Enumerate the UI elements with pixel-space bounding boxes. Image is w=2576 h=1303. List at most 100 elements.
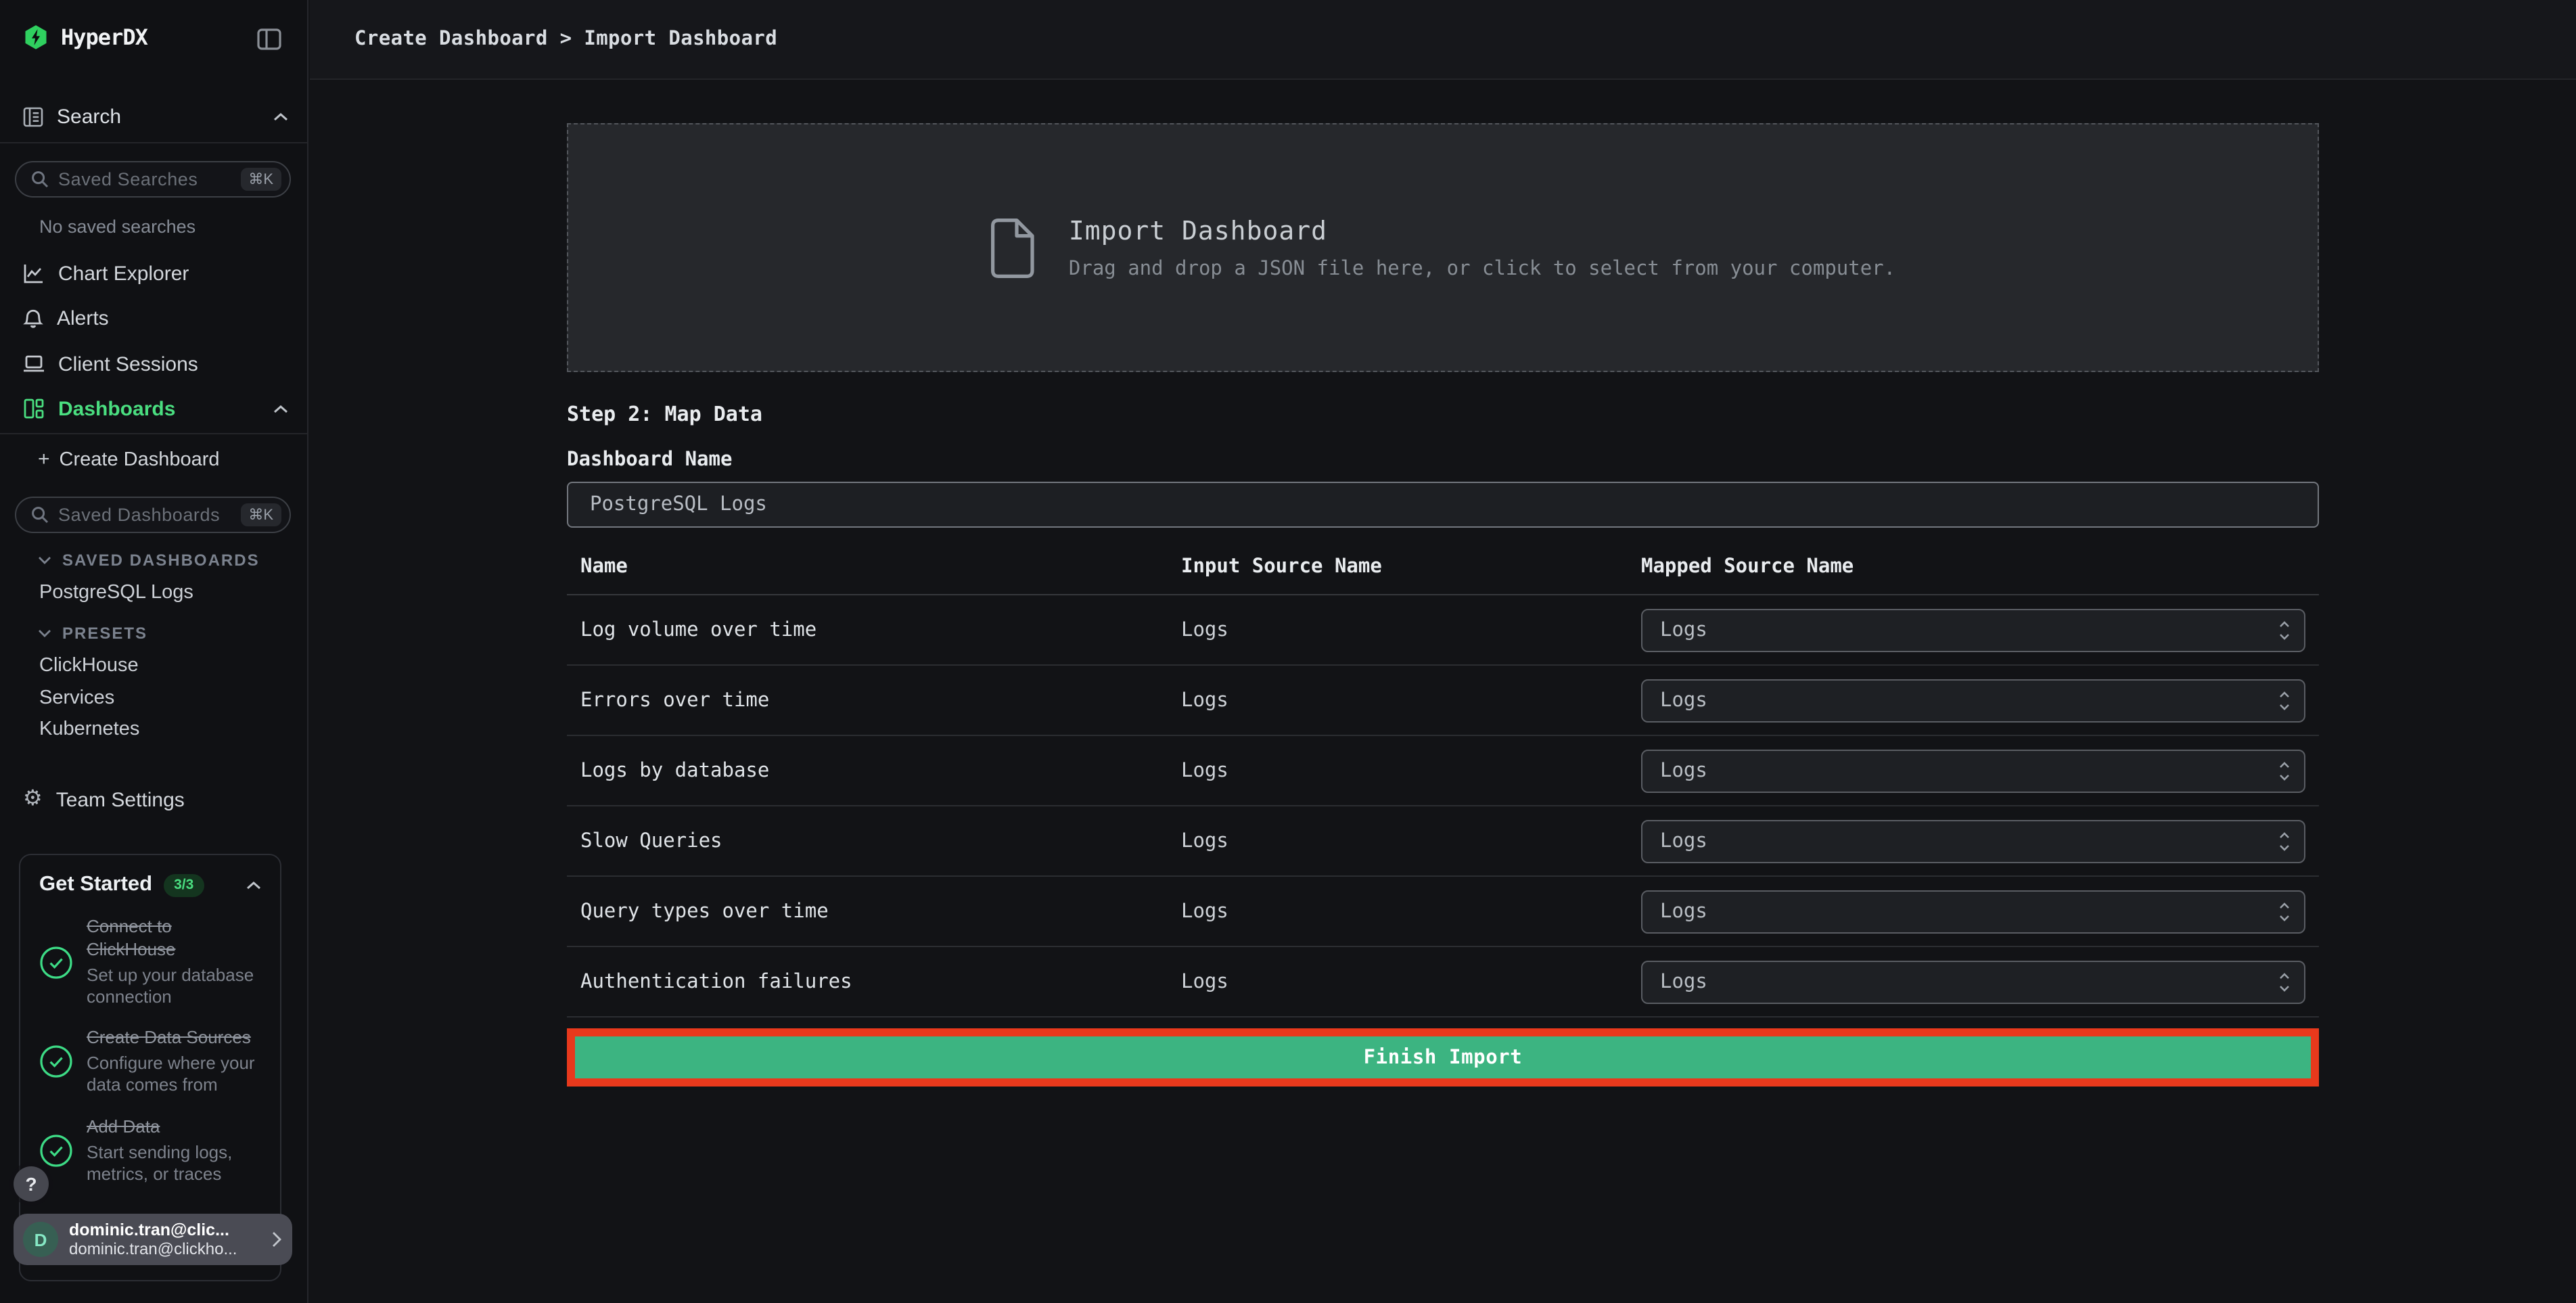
table-row: Errors over time Logs Logs: [567, 666, 2319, 736]
dashboard-name-input[interactable]: [567, 482, 2319, 528]
chart-icon: [23, 262, 45, 284]
sidebar-item-team-settings[interactable]: ⚙ Team Settings: [0, 782, 307, 817]
sidebar-item-alerts[interactable]: Alerts: [0, 300, 307, 336]
get-started-item-connect[interactable]: Connect to ClickHouse Set up your databa…: [39, 916, 264, 1009]
user-email: dominic.tran@clickho...: [69, 1239, 237, 1258]
sidebar-item-dashboards[interactable]: Dashboards: [0, 391, 307, 426]
mapped-source-select[interactable]: Logs: [1641, 819, 2305, 863]
search-icon: [31, 170, 49, 188]
topbar: Create Dashboard > Import Dashboard: [310, 0, 2576, 80]
table-row: Slow Queries Logs Logs: [567, 806, 2319, 877]
row-name: Slow Queries: [580, 830, 722, 852]
sidebar-item-clickhouse[interactable]: ClickHouse: [39, 655, 139, 677]
source-mapping-table: Name Input Source Name Mapped Source Nam…: [567, 556, 2319, 1018]
row-name: Authentication failures: [580, 971, 852, 992]
sidebar-item-postgresql-logs[interactable]: PostgreSQL Logs: [39, 582, 193, 603]
select-value: Logs: [1660, 689, 1707, 711]
saved-dashboards-placeholder: Saved Dashboards: [58, 505, 221, 525]
get-started-item-texts: Add Data Start sending logs, metrics, or…: [87, 1116, 264, 1185]
shortcut-badge: ⌘K: [240, 503, 281, 526]
laptop-icon: [23, 355, 45, 373]
divider: [0, 142, 307, 143]
select-chevrons-icon: [2278, 689, 2291, 711]
column-header-name: Name: [580, 556, 628, 578]
check-circle-icon: [39, 945, 73, 979]
team-settings-label: Team Settings: [55, 788, 185, 811]
plus-icon: +: [38, 448, 50, 471]
row-input-source: Logs: [1181, 830, 1228, 852]
file-icon: [990, 217, 1035, 278]
get-started-header[interactable]: Get Started 3/3: [39, 873, 264, 897]
mapped-source-select[interactable]: Logs: [1641, 960, 2305, 1003]
presets-group-header[interactable]: PRESETS: [38, 624, 147, 643]
bell-icon: [23, 307, 43, 329]
main-content: Import Dashboard Drag and drop a JSON fi…: [310, 81, 2576, 1303]
saved-dashboards-group-header[interactable]: SAVED DASHBOARDS: [38, 551, 260, 570]
get-started-item-add-data[interactable]: Add Data Start sending logs, metrics, or…: [39, 1116, 264, 1185]
select-chevrons-icon: [2278, 760, 2291, 781]
get-started-item-sources[interactable]: Create Data Sources Configure where your…: [39, 1028, 264, 1097]
annotation-highlight-box: Finish Import: [567, 1028, 2319, 1087]
import-dropzone[interactable]: Import Dashboard Drag and drop a JSON fi…: [567, 123, 2319, 372]
get-started-item-title: Create Data Sources: [87, 1027, 251, 1048]
breadcrumb: Create Dashboard > Import Dashboard: [354, 28, 778, 50]
mapped-source-select[interactable]: Logs: [1641, 608, 2305, 652]
column-header-input-source: Input Source Name: [1181, 556, 1382, 578]
sidebar-item-chart-explorer[interactable]: Chart Explorer: [0, 256, 307, 291]
column-header-mapped-source: Mapped Source Name: [1641, 556, 1854, 578]
mapped-source-select[interactable]: Logs: [1641, 749, 2305, 792]
mapped-source-select[interactable]: Logs: [1641, 890, 2305, 933]
row-input-source: Logs: [1181, 689, 1228, 711]
gear-icon: ⚙: [23, 787, 43, 810]
sidebar-section-search[interactable]: Search: [23, 106, 288, 129]
dashboards-icon: [23, 398, 45, 419]
sidebar-item-services[interactable]: Services: [39, 687, 114, 709]
nav-label: Chart Explorer: [58, 262, 189, 285]
get-started-item-texts: Create Data Sources Configure where your…: [87, 1028, 264, 1097]
help-button[interactable]: ?: [14, 1166, 49, 1202]
shortcut-badge: ⌘K: [240, 168, 281, 191]
chevron-right-icon: [272, 1231, 281, 1248]
search-icon: [31, 506, 49, 524]
saved-dashboards-input[interactable]: Saved Dashboards ⌘K: [15, 497, 291, 533]
table-row: Log volume over time Logs Logs: [567, 595, 2319, 666]
get-started-title: Get Started: [39, 873, 153, 896]
row-input-source: Logs: [1181, 900, 1228, 922]
sidebar-item-client-sessions[interactable]: Client Sessions: [0, 346, 307, 382]
row-input-source: Logs: [1181, 619, 1228, 641]
select-chevrons-icon: [2278, 830, 2291, 852]
create-dashboard-button[interactable]: + Create Dashboard: [38, 448, 220, 471]
saved-searches-placeholder: Saved Searches: [58, 169, 198, 189]
table-row: Logs by database Logs Logs: [567, 736, 2319, 806]
group-header-label: PRESETS: [62, 624, 148, 643]
user-account-chip[interactable]: D dominic.tran@clic... dominic.tran@clic…: [14, 1214, 292, 1265]
hyperdx-logo-icon: [23, 24, 49, 50]
sidebar-item-kubernetes[interactable]: Kubernetes: [39, 718, 139, 740]
no-saved-searches-note: No saved searches: [39, 216, 196, 237]
sidebar-collapse-icon[interactable]: [257, 28, 281, 50]
chevron-up-icon: [273, 404, 288, 413]
get-started-progress-badge: 3/3: [163, 873, 205, 896]
user-name: dominic.tran@clic...: [69, 1220, 229, 1239]
select-value: Logs: [1660, 900, 1707, 922]
get-started-item-description: Start sending logs, metrics, or traces: [87, 1141, 233, 1184]
sidebar: HyperDX Search Saved Searches ⌘K No save…: [0, 0, 308, 1303]
search-panel-icon: [23, 107, 43, 127]
nav-label: Dashboards: [58, 397, 176, 420]
check-circle-icon: [39, 1045, 73, 1079]
select-value: Logs: [1660, 971, 1707, 992]
step-label: Step 2: Map Data: [567, 402, 762, 426]
dropzone-title: Import Dashboard: [1068, 216, 1327, 246]
saved-searches-input[interactable]: Saved Searches ⌘K: [15, 161, 291, 198]
row-input-source: Logs: [1181, 971, 1228, 992]
row-name: Errors over time: [580, 689, 770, 711]
select-value: Logs: [1660, 619, 1707, 641]
select-value: Logs: [1660, 830, 1707, 852]
select-value: Logs: [1660, 760, 1707, 781]
mapped-source-select[interactable]: Logs: [1641, 679, 2305, 722]
app-logo[interactable]: HyperDX: [23, 24, 148, 50]
finish-import-button[interactable]: Finish Import: [575, 1036, 2311, 1078]
dropzone-subtitle: Drag and drop a JSON file here, or click…: [1068, 258, 1896, 279]
get-started-item-texts: Connect to ClickHouse Set up your databa…: [87, 916, 264, 1009]
chevron-down-icon: [38, 629, 51, 637]
